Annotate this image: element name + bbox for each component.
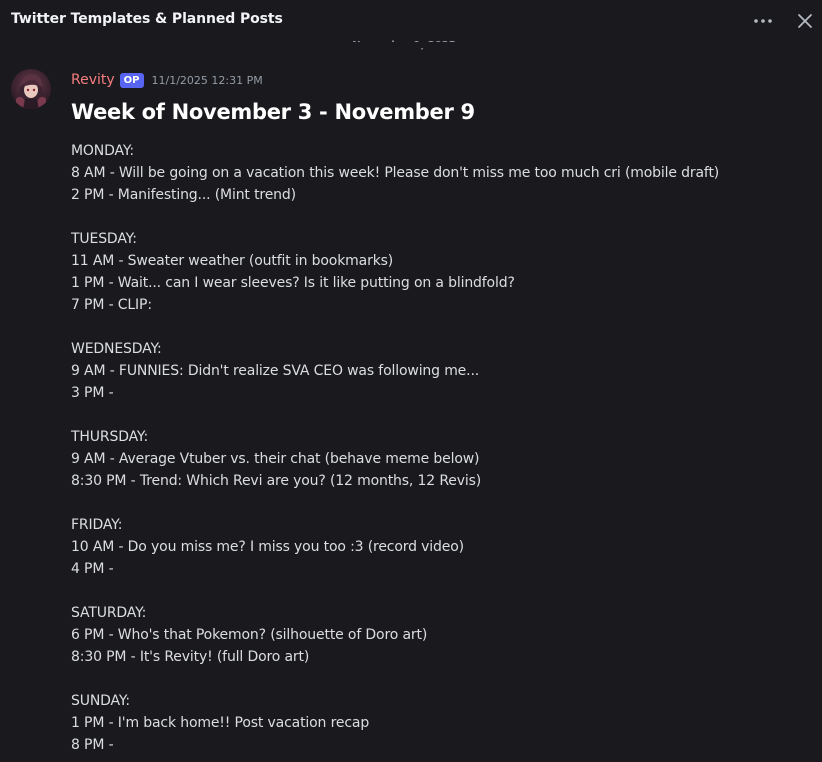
- post-line: 3 PM -: [71, 385, 114, 401]
- post-line: 8:30 PM - It's Revity! (full Doro art): [71, 649, 310, 665]
- op-badge: OP: [119, 72, 144, 88]
- post-body: MONDAY: 8 AM - Will be going on a vacatio…: [71, 140, 811, 756]
- post-line: 2 PM - Manifesting... (Mint trend): [71, 187, 296, 203]
- post-line: 11 AM - Sweater weather (outfit in bookm…: [71, 253, 394, 269]
- message-header: Revity OP 11/1/2025 12:31 PM: [71, 70, 263, 90]
- avatar[interactable]: [11, 69, 51, 109]
- post-line: 1 PM - I'm back home!! Post vacation rec…: [71, 715, 370, 731]
- thread-title: Twitter Templates & Planned Posts: [11, 11, 283, 27]
- close-icon[interactable]: [795, 11, 815, 31]
- post-line: 8:30 PM - Trend: Which Revi are you? (12…: [71, 473, 482, 489]
- post-line: 9 AM - FUNNIES: Didn't realize SVA CEO w…: [71, 363, 480, 379]
- post-line: 9 AM - Average Vtuber vs. their chat (be…: [71, 451, 480, 467]
- post-line: 1 PM - Wait... can I wear sleeves? Is it…: [71, 275, 515, 291]
- post-line: WEDNESDAY:: [71, 341, 162, 357]
- timestamp[interactable]: 11/1/2025 12:31 PM: [152, 74, 263, 87]
- author-name[interactable]: Revity: [71, 72, 115, 88]
- thread-header: Twitter Templates & Planned Posts: [0, 0, 822, 42]
- post-line: 7 PM - CLIP:: [71, 297, 152, 313]
- post-line: MONDAY:: [71, 143, 134, 159]
- post-line: 6 PM - Who's that Pokemon? (silhouette o…: [71, 627, 428, 643]
- post-line: 8 AM - Will be going on a vacation this …: [71, 165, 720, 181]
- post-line: SUNDAY:: [71, 693, 130, 709]
- post-line: THURSDAY:: [71, 429, 149, 445]
- header-shadow: [0, 42, 822, 48]
- post-line: 8 PM -: [71, 737, 114, 753]
- post-line: FRIDAY:: [71, 517, 123, 533]
- post-line: 4 PM -: [71, 561, 114, 577]
- post-line: TUESDAY:: [71, 231, 137, 247]
- post-line: 10 AM - Do you miss me? I miss you too :…: [71, 539, 464, 555]
- avatar-image: [11, 69, 51, 109]
- post-title: Week of November 3 - November 9: [71, 100, 475, 124]
- more-horizontal-icon[interactable]: [752, 12, 774, 30]
- post-line: SATURDAY:: [71, 605, 147, 621]
